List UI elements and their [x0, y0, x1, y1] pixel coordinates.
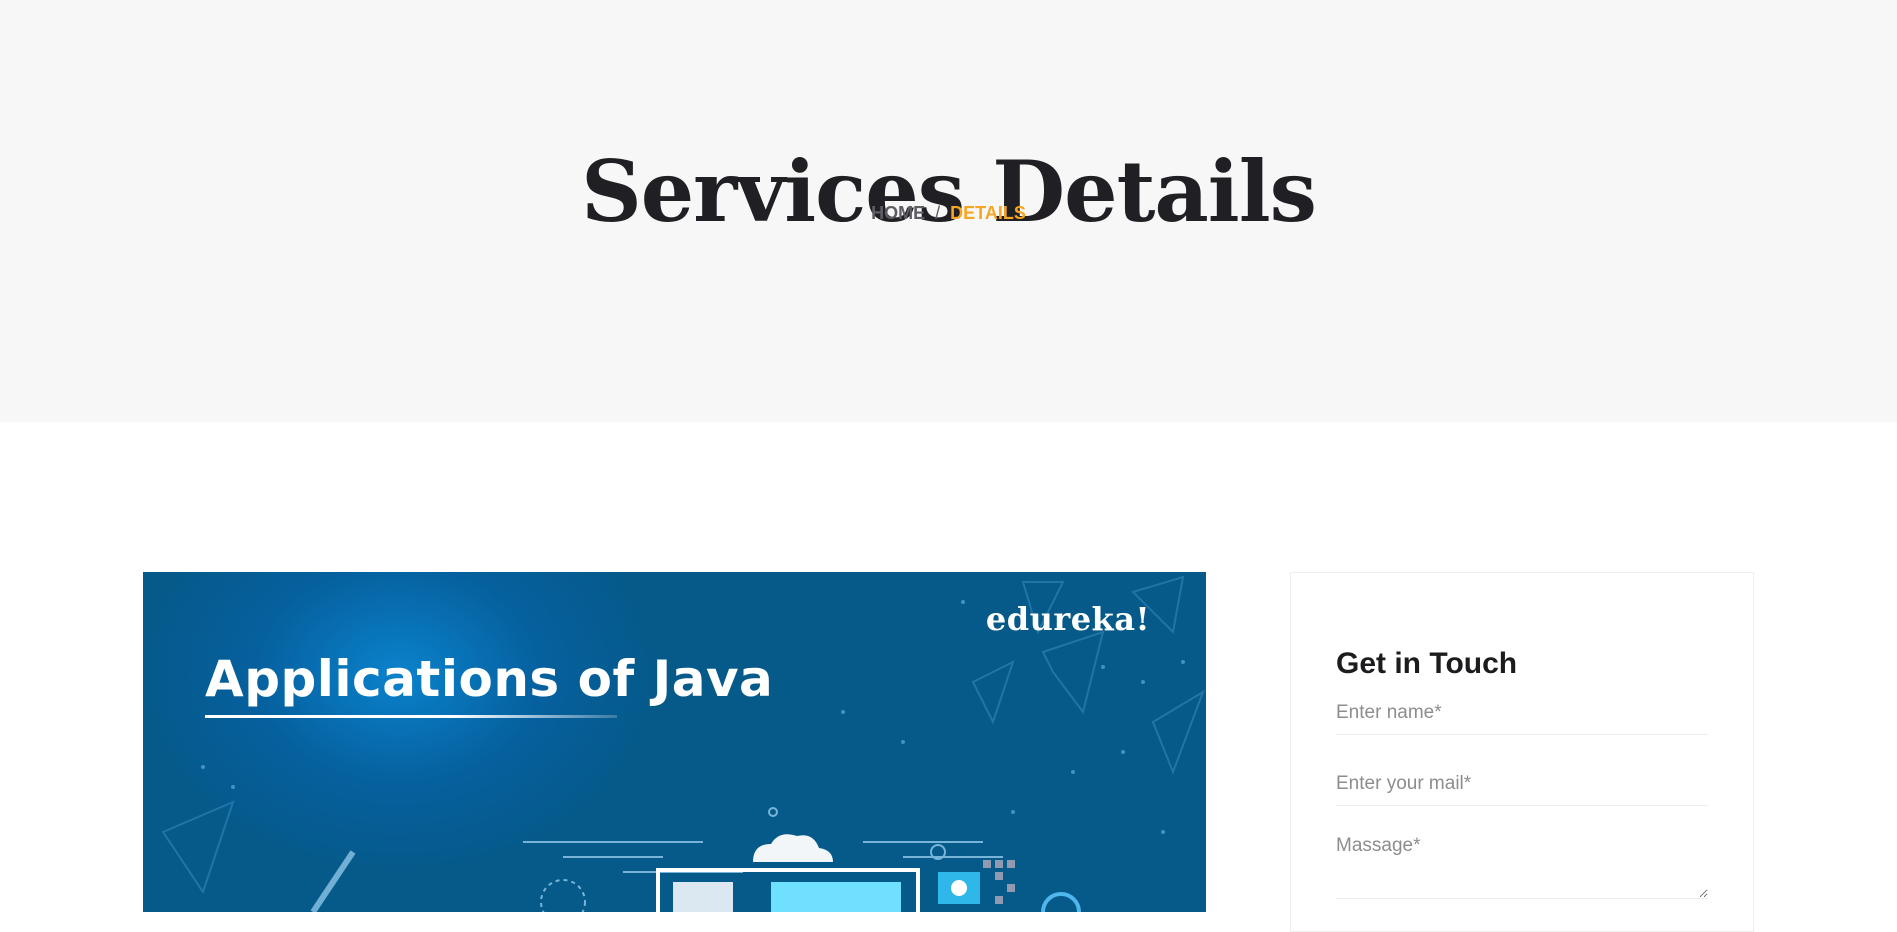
breadcrumb-current: DETAILS: [950, 203, 1026, 223]
image-heading-underline: [205, 715, 617, 718]
breadcrumb-home-link[interactable]: HOME: [871, 203, 925, 223]
message-field[interactable]: [1336, 833, 1708, 899]
breadcrumb-separator: /: [935, 203, 941, 223]
image-heading: Applications of Java: [205, 650, 774, 708]
page-title: Services Details: [581, 142, 1317, 242]
name-field[interactable]: [1336, 691, 1708, 735]
page-header: Services Details HOME / DETAILS: [0, 0, 1897, 422]
email-field[interactable]: [1336, 762, 1708, 806]
breadcrumb: HOME / DETAILS: [0, 200, 1897, 226]
image-brand-logo: edureka!: [985, 600, 1150, 638]
contact-form-card: Get in Touch: [1290, 572, 1754, 932]
service-image: edureka! Applications of Java: [143, 572, 1206, 912]
contact-form-title: Get in Touch: [1336, 647, 1518, 680]
